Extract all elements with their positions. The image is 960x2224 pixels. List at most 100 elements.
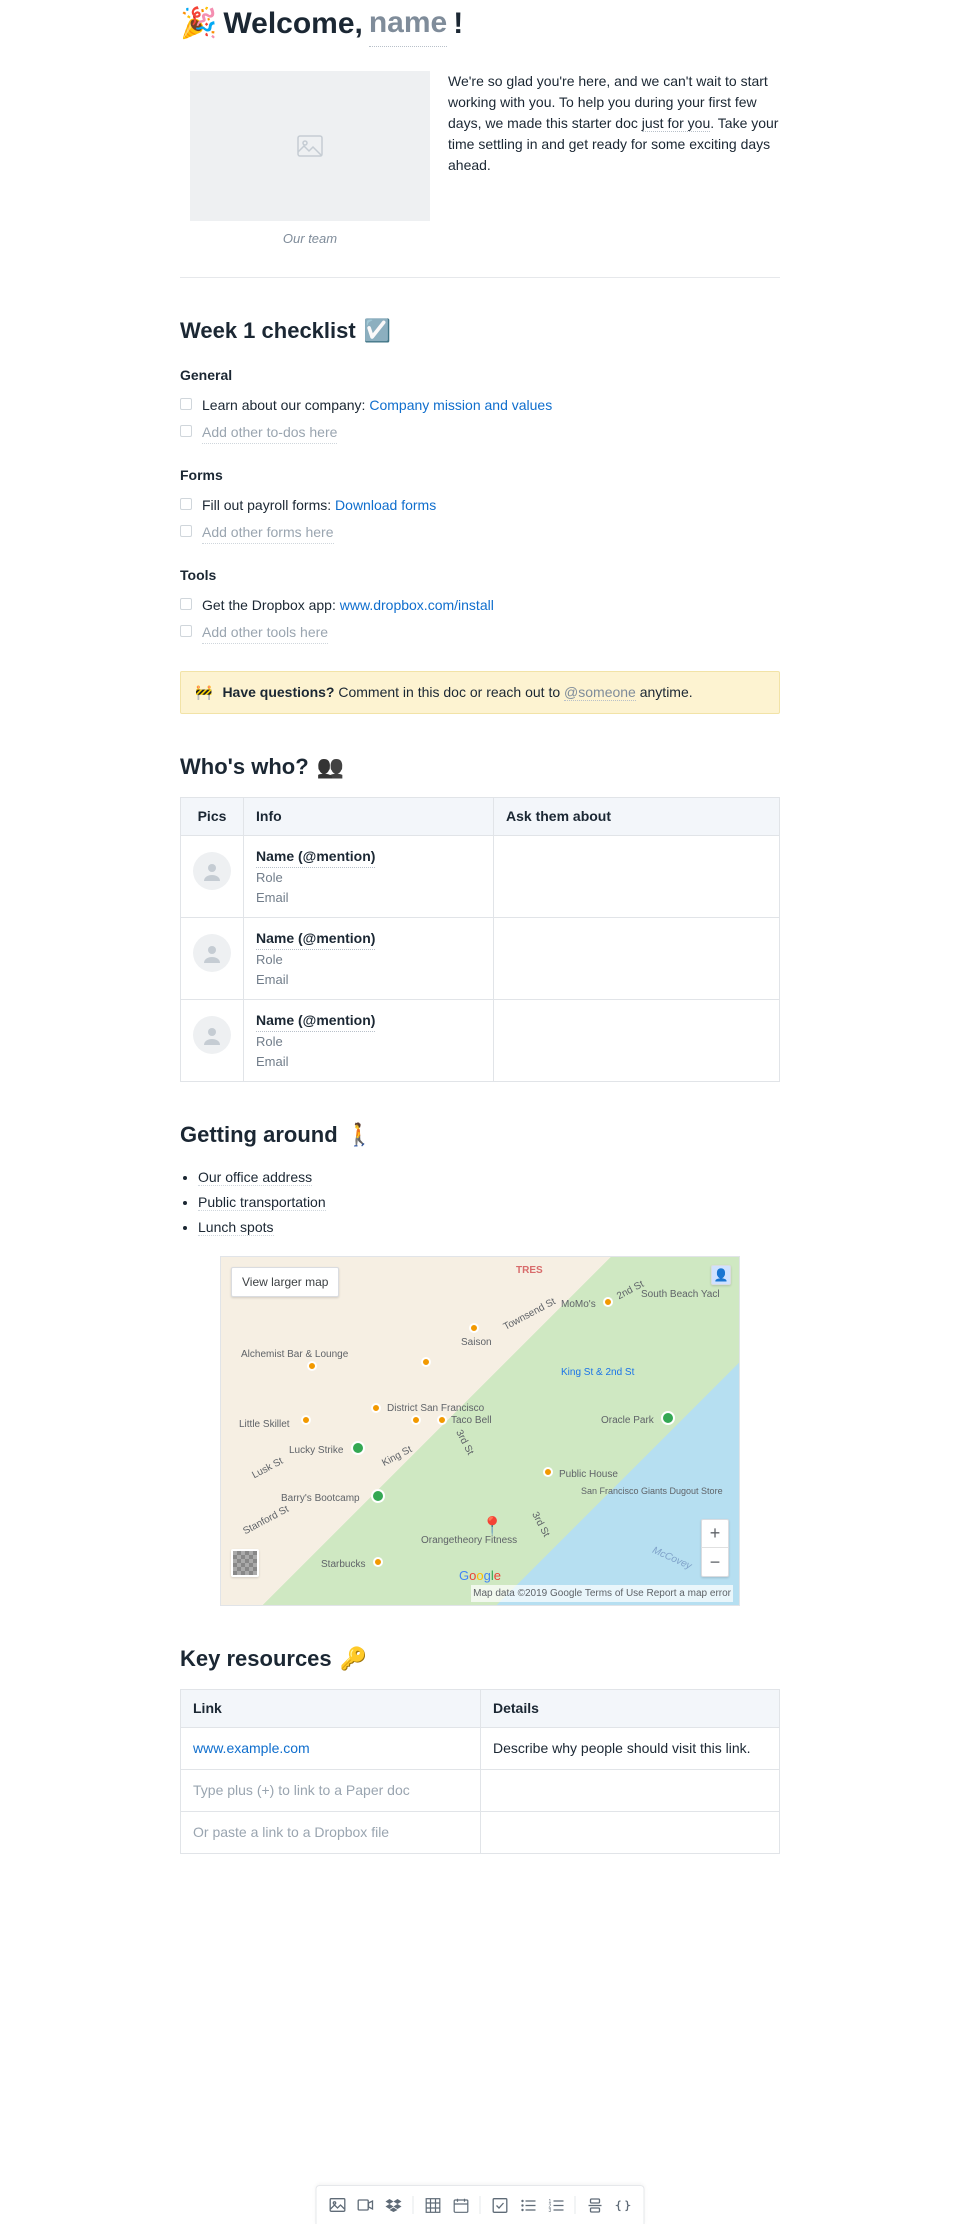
todo-text[interactable]: Fill out payroll forms: Download forms [202, 495, 436, 516]
person-role[interactable]: Role [256, 950, 481, 970]
person-name[interactable]: Name (@mention) [256, 846, 375, 868]
person-name[interactable]: Name (@mention) [256, 928, 375, 950]
list-item[interactable]: Public transportation [198, 1190, 780, 1215]
zoom-out-button[interactable]: − [702, 1548, 728, 1576]
checklist-section-general[interactable]: General [180, 365, 780, 386]
avatar-cell[interactable] [181, 836, 244, 918]
person-email[interactable]: Email [256, 888, 481, 908]
map-label: Oracle Park [601, 1413, 654, 1428]
resource-details[interactable] [481, 1770, 780, 1812]
insert-image-button[interactable] [325, 2192, 351, 2218]
insert-video-button[interactable] [353, 2192, 379, 2218]
table-row[interactable]: Type plus (+) to link to a Paper doc [181, 1770, 780, 1812]
list-item[interactable]: Lunch spots [198, 1215, 780, 1240]
insert-toolbar[interactable]: 123 [316, 2185, 645, 2224]
checklist-section-tools[interactable]: Tools [180, 565, 780, 586]
table-row[interactable]: Or paste a link to a Dropbox file [181, 1812, 780, 1854]
embedded-map[interactable]: View larger map 👤 TRES MoMo's South Beac… [220, 1256, 740, 1606]
map-zoom-controls[interactable]: + − [701, 1519, 729, 1577]
title-suffix: ! [453, 1, 463, 46]
person-role[interactable]: Role [256, 1032, 481, 1052]
todo-placeholder[interactable]: Add other to-dos here [202, 422, 337, 444]
someone-mention[interactable]: @someone [564, 684, 636, 701]
todo-item[interactable]: Add other to-dos here [180, 419, 780, 447]
resource-placeholder[interactable]: Type plus (+) to link to a Paper doc [193, 1782, 410, 1798]
todo-item[interactable]: Get the Dropbox app: www.dropbox.com/ins… [180, 592, 780, 619]
todo-text[interactable]: Get the Dropbox app: www.dropbox.com/ins… [202, 595, 494, 616]
insert-code-button[interactable] [610, 2192, 636, 2218]
todo-item[interactable]: Add other tools here [180, 619, 780, 647]
insert-calendar-button[interactable] [448, 2192, 474, 2218]
table-row[interactable]: Name (@mention)RoleEmail [181, 918, 780, 1000]
map-user-icon[interactable]: 👤 [711, 1265, 731, 1285]
checklist-heading[interactable]: Week 1 checklist ☑️ [180, 314, 780, 347]
info-cell[interactable]: Name (@mention)RoleEmail [244, 836, 494, 918]
person-name[interactable]: Name (@mention) [256, 1010, 375, 1032]
whoswho-table[interactable]: Pics Info Ask them about Name (@mention)… [180, 797, 780, 1082]
avatar-placeholder[interactable] [193, 934, 231, 972]
todo-item[interactable]: Learn about our company: Company mission… [180, 392, 780, 419]
info-cell[interactable]: Name (@mention)RoleEmail [244, 1000, 494, 1082]
getting-around-heading[interactable]: Getting around 🚶 [180, 1118, 780, 1151]
checkbox-icon[interactable] [180, 498, 192, 510]
intro-text[interactable]: We're so glad you're here, and we can't … [448, 71, 780, 249]
resources-heading[interactable]: Key resources 🔑 [180, 1642, 780, 1675]
insert-dropbox-button[interactable] [381, 2192, 407, 2218]
dropbox-install-link[interactable]: www.dropbox.com/install [340, 597, 494, 613]
whoswho-heading-text: Who's who? [180, 750, 309, 783]
todo-item[interactable]: Add other forms here [180, 519, 780, 547]
todo-item[interactable]: Fill out payroll forms: Download forms [180, 492, 780, 519]
avatar-cell[interactable] [181, 918, 244, 1000]
map-pin-icon [411, 1415, 421, 1425]
whoswho-heading[interactable]: Who's who? 👥 [180, 750, 780, 783]
checkbox-icon[interactable] [180, 598, 192, 610]
resources-table[interactable]: Link Details www.example.com Describe wh… [180, 1689, 780, 1854]
checkbox-icon[interactable] [180, 398, 192, 410]
getting-around-list[interactable]: Our office address Public transportation… [180, 1165, 780, 1240]
ask-cell[interactable] [494, 836, 780, 918]
checklist-section-forms[interactable]: Forms [180, 465, 780, 486]
insert-bullet-list-button[interactable] [515, 2192, 541, 2218]
avatar-placeholder[interactable] [193, 852, 231, 890]
insert-divider-button[interactable] [582, 2192, 608, 2218]
avatar-cell[interactable] [181, 1000, 244, 1082]
table-row[interactable]: Name (@mention)RoleEmail [181, 836, 780, 918]
download-forms-link[interactable]: Download forms [335, 497, 436, 513]
todo-placeholder[interactable]: Add other tools here [202, 622, 328, 644]
image-placeholder[interactable] [190, 71, 430, 221]
avatar-placeholder[interactable] [193, 1016, 231, 1054]
list-item[interactable]: Our office address [198, 1165, 780, 1190]
info-cell[interactable]: Name (@mention)RoleEmail [244, 918, 494, 1000]
ask-cell[interactable] [494, 1000, 780, 1082]
insert-numbered-list-button[interactable]: 123 [543, 2192, 569, 2218]
resource-details[interactable] [481, 1812, 780, 1854]
person-role[interactable]: Role [256, 868, 481, 888]
person-email[interactable]: Email [256, 1052, 481, 1072]
todo-placeholder[interactable]: Add other forms here [202, 522, 334, 544]
view-larger-map-button[interactable]: View larger map [231, 1267, 339, 1297]
insert-checklist-button[interactable] [487, 2192, 513, 2218]
person-email[interactable]: Email [256, 970, 481, 990]
map-pin-green-icon [351, 1441, 365, 1455]
ask-cell[interactable] [494, 918, 780, 1000]
team-image-block[interactable]: Our team [190, 71, 430, 249]
checkbox-icon[interactable] [180, 425, 192, 437]
map-attribution[interactable]: Map data ©2019 Google Terms of Use Repor… [471, 1585, 733, 1602]
company-mission-link[interactable]: Company mission and values [369, 397, 552, 413]
todo-text[interactable]: Learn about our company: Company mission… [202, 395, 552, 416]
title-name-placeholder[interactable]: name [369, 0, 447, 47]
checkbox-icon[interactable] [180, 625, 192, 637]
street-view-button[interactable] [231, 1549, 259, 1577]
image-caption[interactable]: Our team [283, 229, 337, 249]
resource-placeholder[interactable]: Or paste a link to a Dropbox file [193, 1824, 389, 1840]
insert-table-button[interactable] [420, 2192, 446, 2218]
table-row[interactable]: Name (@mention)RoleEmail [181, 1000, 780, 1082]
page-title[interactable]: 🎉 Welcome, name ! [180, 0, 780, 47]
zoom-in-button[interactable]: + [702, 1520, 728, 1548]
map-pin-green-icon [371, 1489, 385, 1503]
questions-callout[interactable]: 🚧 Have questions? Comment in this doc or… [180, 671, 780, 714]
resource-details[interactable]: Describe why people should visit this li… [481, 1728, 780, 1770]
table-row[interactable]: www.example.com Describe why people shou… [181, 1728, 780, 1770]
example-link[interactable]: www.example.com [193, 1740, 310, 1756]
checkbox-icon[interactable] [180, 525, 192, 537]
